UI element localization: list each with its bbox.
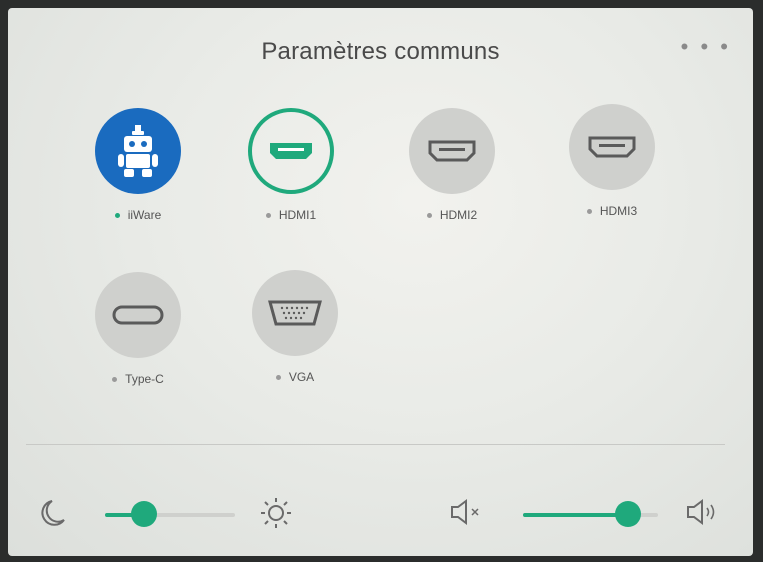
brightness-thumb[interactable]: [131, 501, 157, 527]
speaker-loud-icon[interactable]: [684, 498, 724, 531]
settings-panel: Paramètres communs • • • iiWare HDMI1 HD…: [8, 8, 753, 556]
source-iiware[interactable]: iiWare: [78, 108, 198, 238]
source-label: HDMI1: [278, 208, 317, 222]
status-dot: [114, 212, 120, 218]
hdmi-icon: [409, 108, 495, 194]
volume-slider[interactable]: [523, 501, 658, 527]
source-hdmi3[interactable]: HDMI3: [552, 104, 672, 234]
divider: [26, 444, 725, 445]
volume-thumb[interactable]: [615, 501, 642, 527]
status-dot: [586, 208, 592, 214]
sun-icon[interactable]: [259, 496, 293, 535]
more-options-button[interactable]: • • •: [681, 34, 731, 60]
status-dot: [426, 212, 432, 218]
source-vga[interactable]: VGA: [235, 270, 355, 400]
source-hdmi1[interactable]: HDMI1: [231, 108, 351, 238]
status-dot: [265, 212, 271, 218]
speaker-mute-icon[interactable]: [448, 498, 486, 531]
brightness-slider[interactable]: [105, 501, 235, 527]
moon-icon[interactable]: [38, 498, 66, 533]
type-c-icon: [95, 272, 181, 358]
source-hdmi2[interactable]: HDMI2: [392, 108, 512, 238]
page-title: Paramètres communs: [261, 38, 500, 65]
source-label: VGA: [288, 370, 315, 384]
source-label: HDMI3: [599, 204, 638, 218]
hdmi-icon: [569, 104, 655, 190]
hdmi-icon: [248, 108, 334, 194]
volume-fill: [523, 513, 629, 517]
source-type-c[interactable]: Type-C: [78, 272, 198, 402]
status-dot: [112, 376, 118, 382]
vga-icon: [252, 270, 338, 356]
source-label: iiWare: [127, 208, 162, 222]
android-icon: [95, 108, 181, 194]
source-label: HDMI2: [439, 208, 478, 222]
status-dot: [275, 374, 281, 380]
source-label: Type-C: [125, 372, 164, 386]
